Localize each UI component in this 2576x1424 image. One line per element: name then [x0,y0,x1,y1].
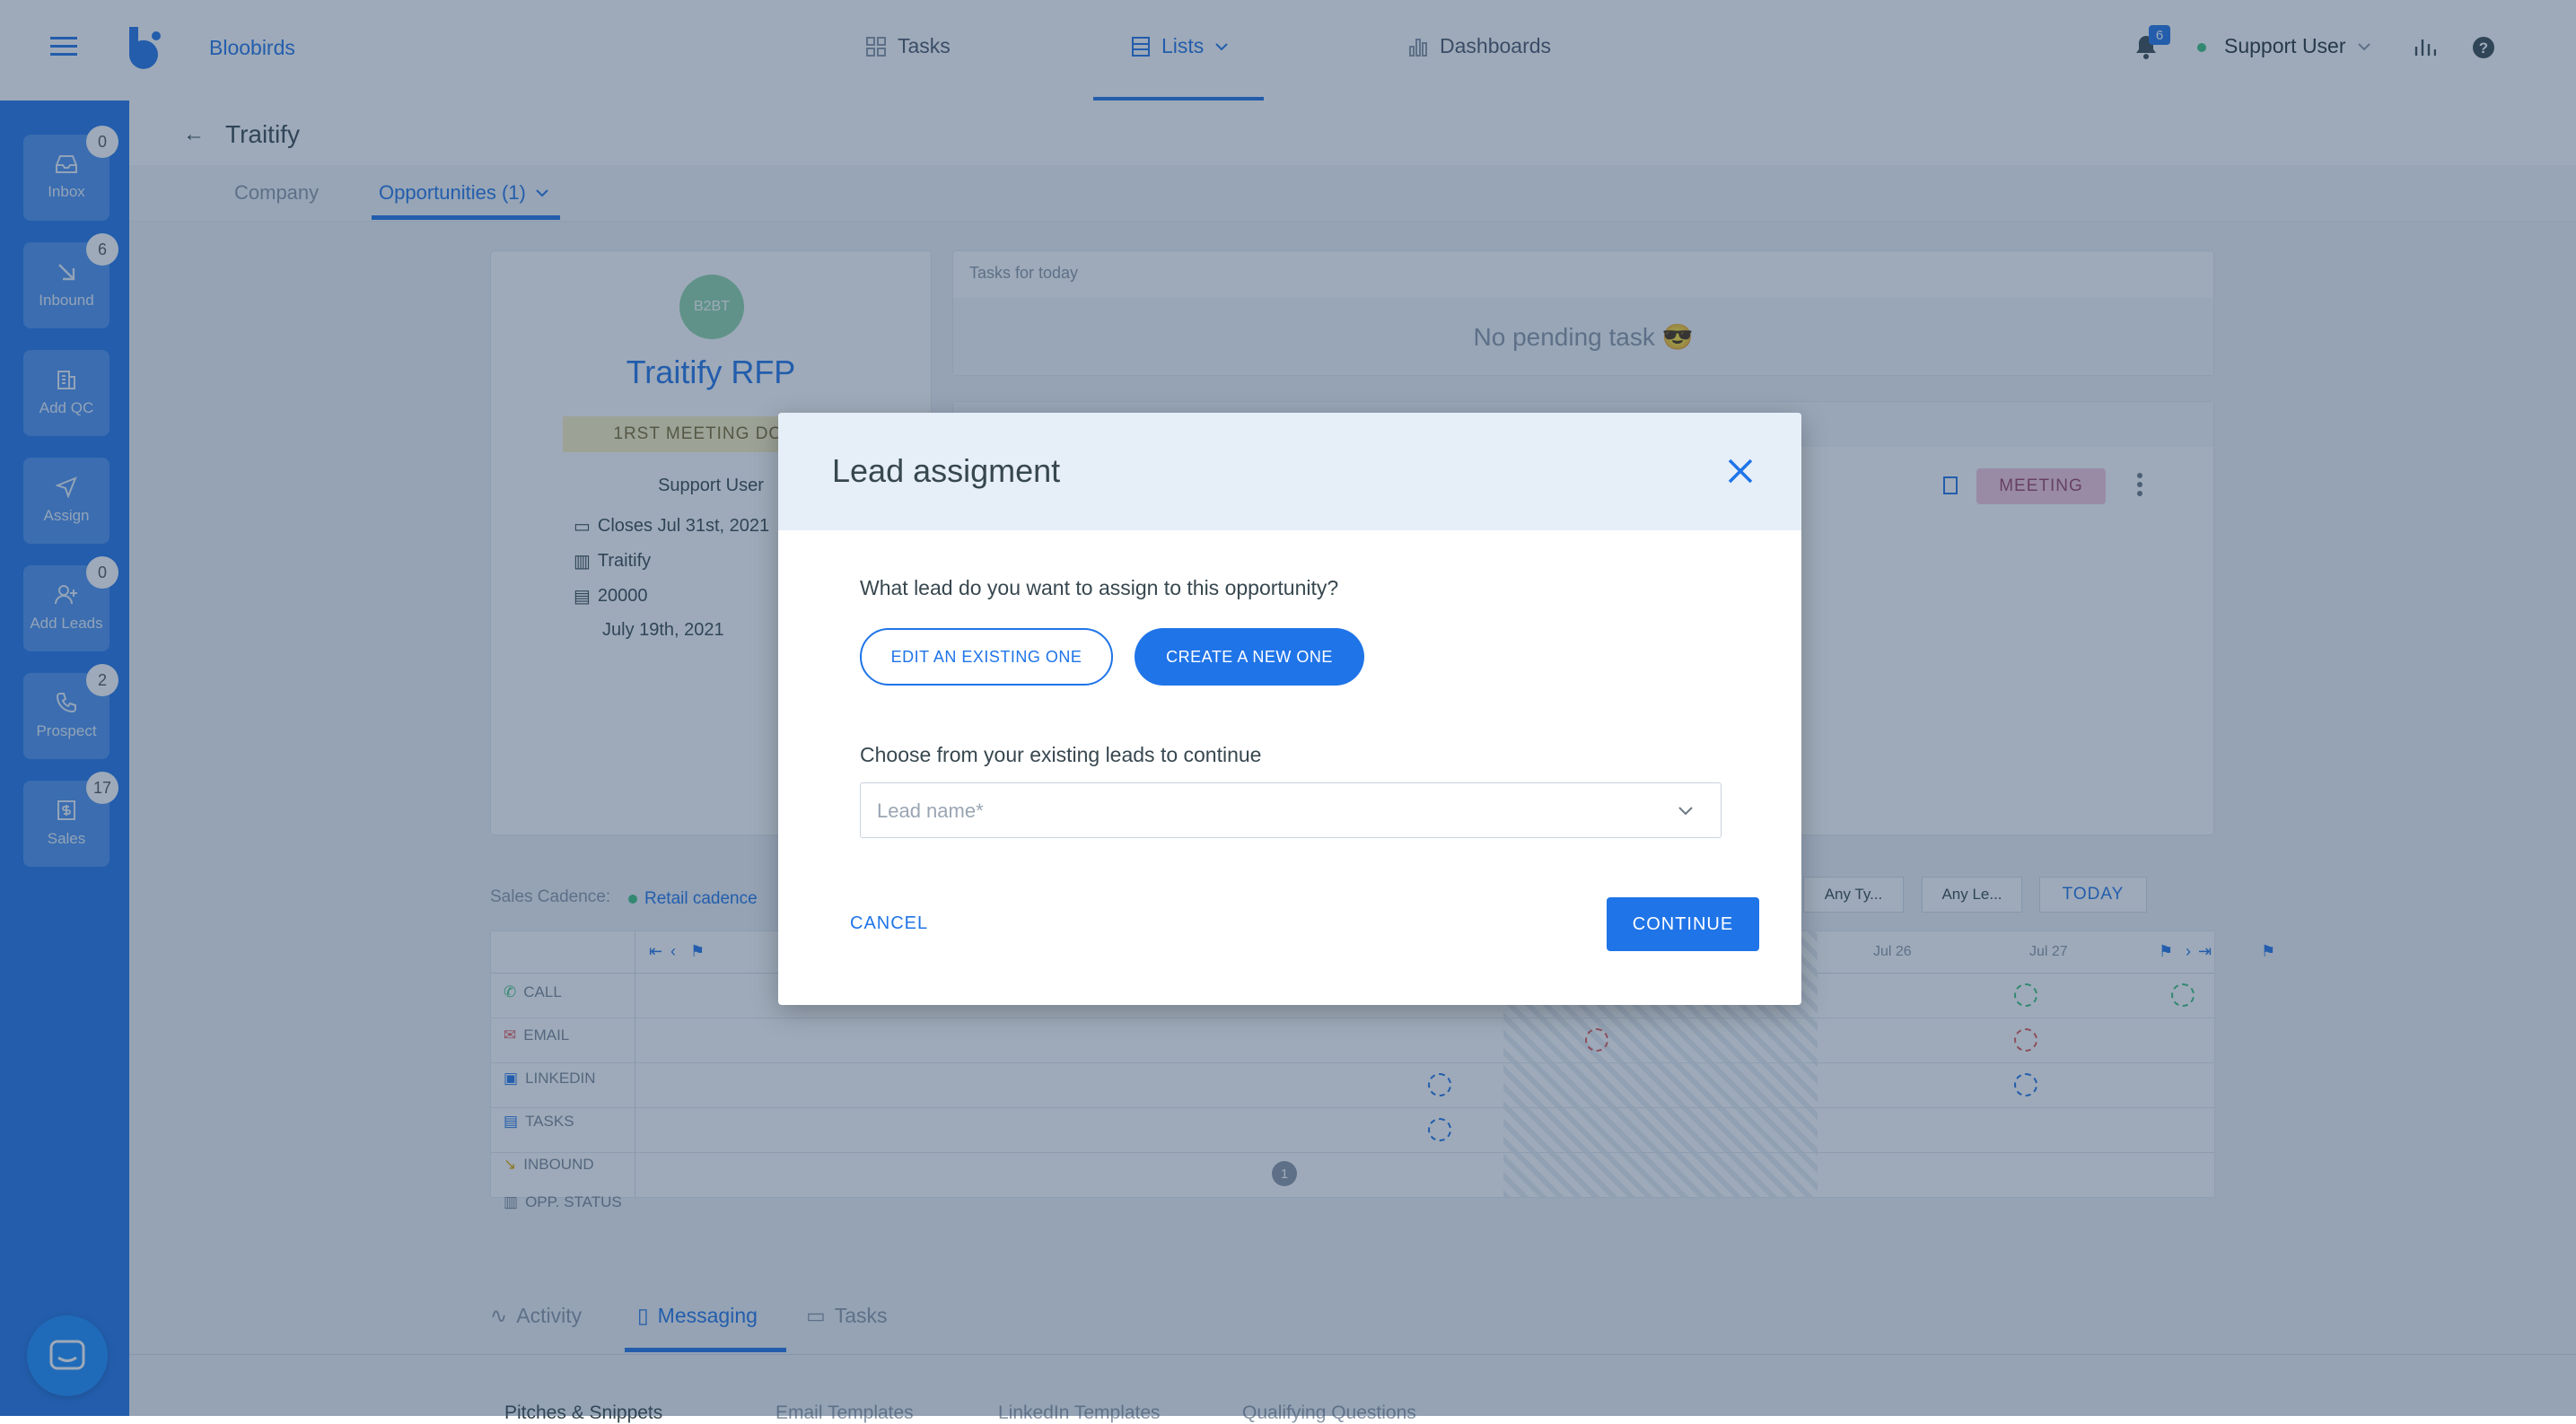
continue-button[interactable]: CONTINUE [1607,897,1759,951]
cancel-button[interactable]: CANCEL [850,913,928,934]
lead-name-placeholder: Lead name* [877,799,984,822]
create-new-button[interactable]: CREATE A NEW ONE [1135,628,1364,686]
modal-question: What lead do you want to assign to this … [860,576,1339,599]
lead-name-select[interactable]: Lead name* [860,782,1722,838]
chevron-down-icon [1678,805,1694,821]
lead-assignment-modal: Lead assigment What lead do you want to … [778,413,1801,1005]
edit-existing-button[interactable]: EDIT AN EXISTING ONE [860,628,1113,686]
modal-header: Lead assigment [778,413,1801,530]
modal-title: Lead assigment [832,452,1061,489]
choose-lead-label: Choose from your existing leads to conti… [860,743,1262,766]
close-icon[interactable] [1727,458,1754,489]
